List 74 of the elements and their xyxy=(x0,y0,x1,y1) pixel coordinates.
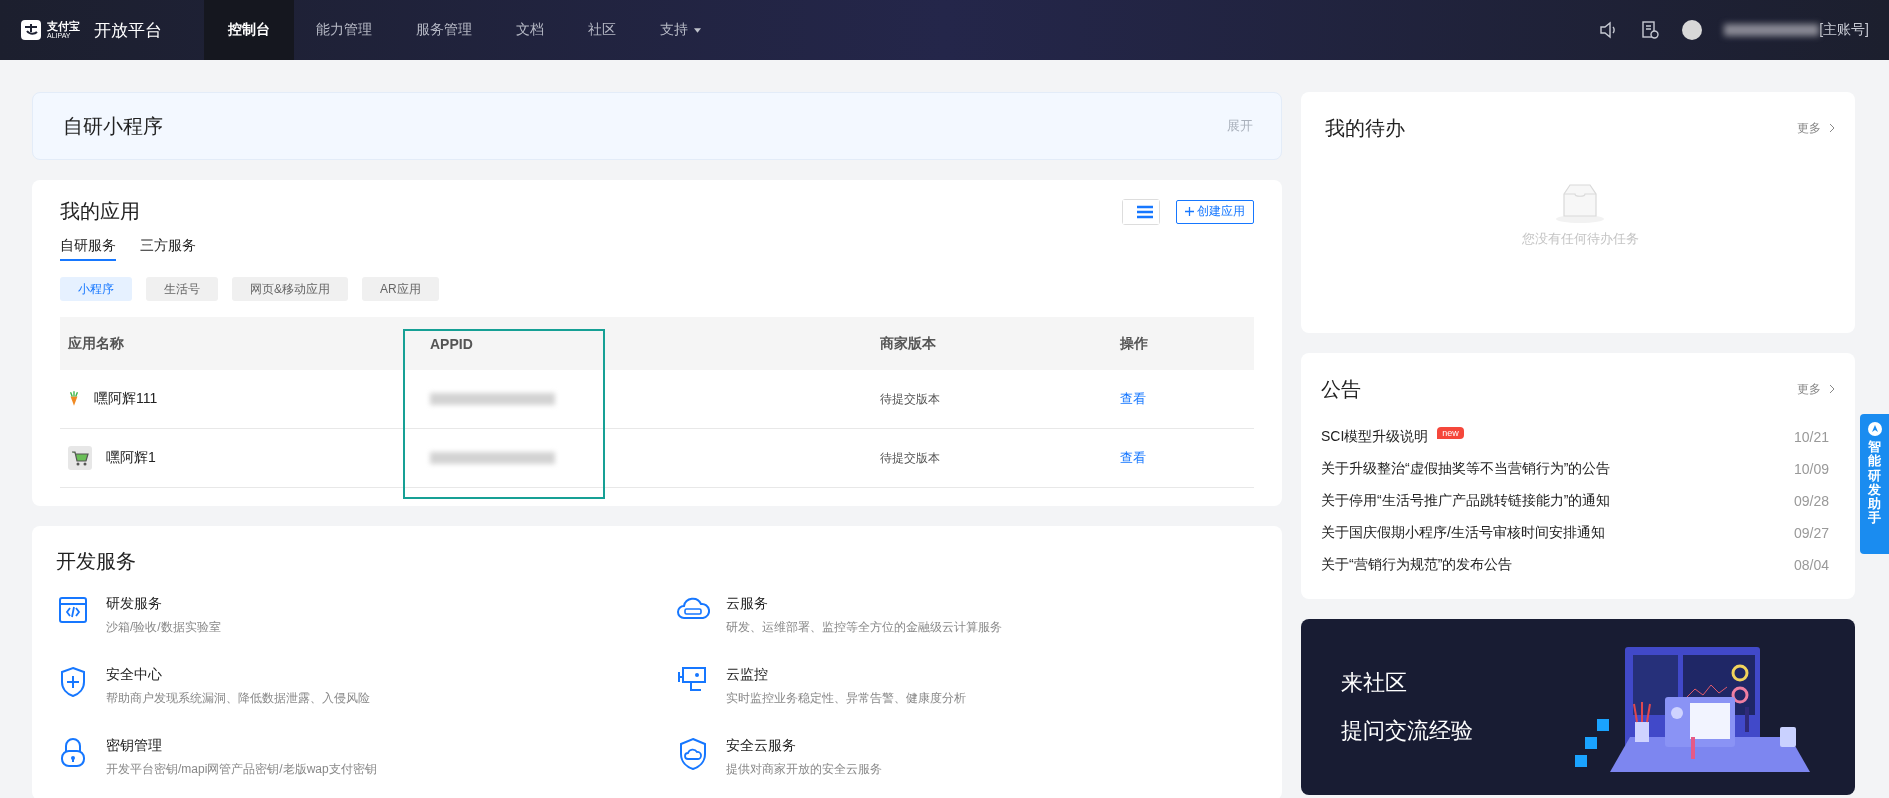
card-title: 我的应用 xyxy=(60,199,140,224)
service-title[interactable]: 安全中心 xyxy=(106,666,370,684)
community-banner[interactable]: 来社区 提问交流经验 xyxy=(1301,619,1855,795)
app-name: 嘿阿辉1 xyxy=(106,449,156,467)
notice-link[interactable]: 关于国庆假期小程序/生活号审核时间安排通知 xyxy=(1321,523,1605,542)
service-description: 实时监控业务稳定性、异常告警、健康度分析 xyxy=(726,690,966,707)
avatar-circle[interactable] xyxy=(1682,20,1703,40)
service-description: 研发、运维部署、监控等全方位的金融级云计算服务 xyxy=(726,619,1002,636)
banner-headline: 来社区 xyxy=(1341,669,1408,697)
shopping-cart-icon xyxy=(68,446,92,470)
service-title[interactable]: 云服务 xyxy=(726,595,1002,613)
account-type-label: [主账号] xyxy=(1819,21,1869,39)
column-header: 商家版本 xyxy=(880,334,937,353)
notice-date: 10/21 xyxy=(1793,428,1830,445)
service-description: 提供对商家开放的安全云服务 xyxy=(726,761,882,778)
more-link[interactable]: 更多 xyxy=(1797,119,1835,137)
card-title: 公告 xyxy=(1321,376,1361,402)
chevron-right-icon xyxy=(1829,123,1835,133)
version-status: 待提交版本 xyxy=(880,449,941,467)
service-title[interactable]: 安全云服务 xyxy=(726,737,882,755)
nav-item[interactable]: 文档 xyxy=(494,0,566,60)
notice-link[interactable]: 关于升级整治“虚假抽奖等不当营销行为”的公告 xyxy=(1321,459,1611,478)
filter-chip[interactable]: 小程序 xyxy=(60,277,132,301)
document-clock-icon[interactable] xyxy=(1640,20,1661,40)
card-title: 开发服务 xyxy=(56,550,136,572)
service-title[interactable]: 云监控 xyxy=(726,666,966,684)
list-icon xyxy=(1137,204,1153,219)
notice-date: 09/27 xyxy=(1793,524,1830,541)
logo-text: 支付宝 xyxy=(47,21,80,32)
column-header: 操作 xyxy=(1120,334,1149,353)
filter-chip[interactable]: 生活号 xyxy=(146,277,218,301)
code-window-icon xyxy=(56,595,90,625)
nav-item[interactable]: 服务管理 xyxy=(394,0,494,60)
carrot-icon xyxy=(68,391,80,407)
service-title[interactable]: 研发服务 xyxy=(106,595,221,613)
notice-link[interactable]: 关于停用“生活号推广产品跳转链接能力”的通知 xyxy=(1321,491,1611,510)
notice-date: 10/09 xyxy=(1793,460,1830,477)
plus-icon xyxy=(1185,207,1194,216)
column-header: APPID xyxy=(430,335,474,352)
notice-date: 08/04 xyxy=(1793,556,1830,573)
alipay-logo-icon xyxy=(21,20,41,40)
service-description: 沙箱/验收/数据实验室 xyxy=(106,619,221,636)
new-badge: new xyxy=(1437,427,1464,439)
notice-date: 09/28 xyxy=(1793,492,1830,509)
nav-item[interactable]: 社区 xyxy=(566,0,638,60)
nav-item[interactable]: 控制台 xyxy=(204,0,294,60)
filter-chip[interactable]: 网页&移动应用 xyxy=(232,277,348,301)
assistant-label: 智能研发助手 xyxy=(1868,440,1881,526)
notice-link[interactable]: 关于“营销行为规范”的发布公告 xyxy=(1321,555,1513,574)
version-status: 待提交版本 xyxy=(880,390,941,408)
platform-title: 开放平台 xyxy=(94,19,162,42)
empty-inbox-icon xyxy=(1555,182,1605,224)
view-link[interactable]: 查看 xyxy=(1120,390,1146,408)
view-link[interactable]: 查看 xyxy=(1120,449,1146,467)
banner-subline: 提问交流经验 xyxy=(1341,717,1473,745)
cloud-icon xyxy=(676,595,710,621)
notice-link[interactable]: SCI模型升级说明 xyxy=(1321,427,1429,446)
service-tab[interactable]: 自研服务 xyxy=(60,233,116,261)
app-name: 嘿阿辉111 xyxy=(94,390,158,408)
more-link[interactable]: 更多 xyxy=(1797,380,1835,398)
empty-message: 您没有任何待办任务 xyxy=(1521,230,1639,248)
compass-icon xyxy=(1867,422,1882,436)
service-tab[interactable]: 三方服务 xyxy=(140,233,196,261)
card-title: 自研小程序 xyxy=(63,113,163,139)
chevron-right-icon xyxy=(1829,384,1835,394)
service-description: 开发平台密钥/mapi网管产品密钥/老版wap支付密钥 xyxy=(106,761,377,778)
service-title[interactable]: 密钥管理 xyxy=(106,737,377,755)
card-title: 我的待办 xyxy=(1325,115,1405,141)
nav-item[interactable]: 支持 xyxy=(638,0,723,60)
filter-chip[interactable]: AR应用 xyxy=(362,277,439,301)
nav-item[interactable]: 能力管理 xyxy=(294,0,394,60)
service-description: 帮助商户发现系统漏洞、降低数据泄露、入侵风险 xyxy=(106,690,370,707)
create-app-button[interactable]: 创建应用 xyxy=(1176,199,1254,224)
column-header: 应用名称 xyxy=(67,334,125,353)
